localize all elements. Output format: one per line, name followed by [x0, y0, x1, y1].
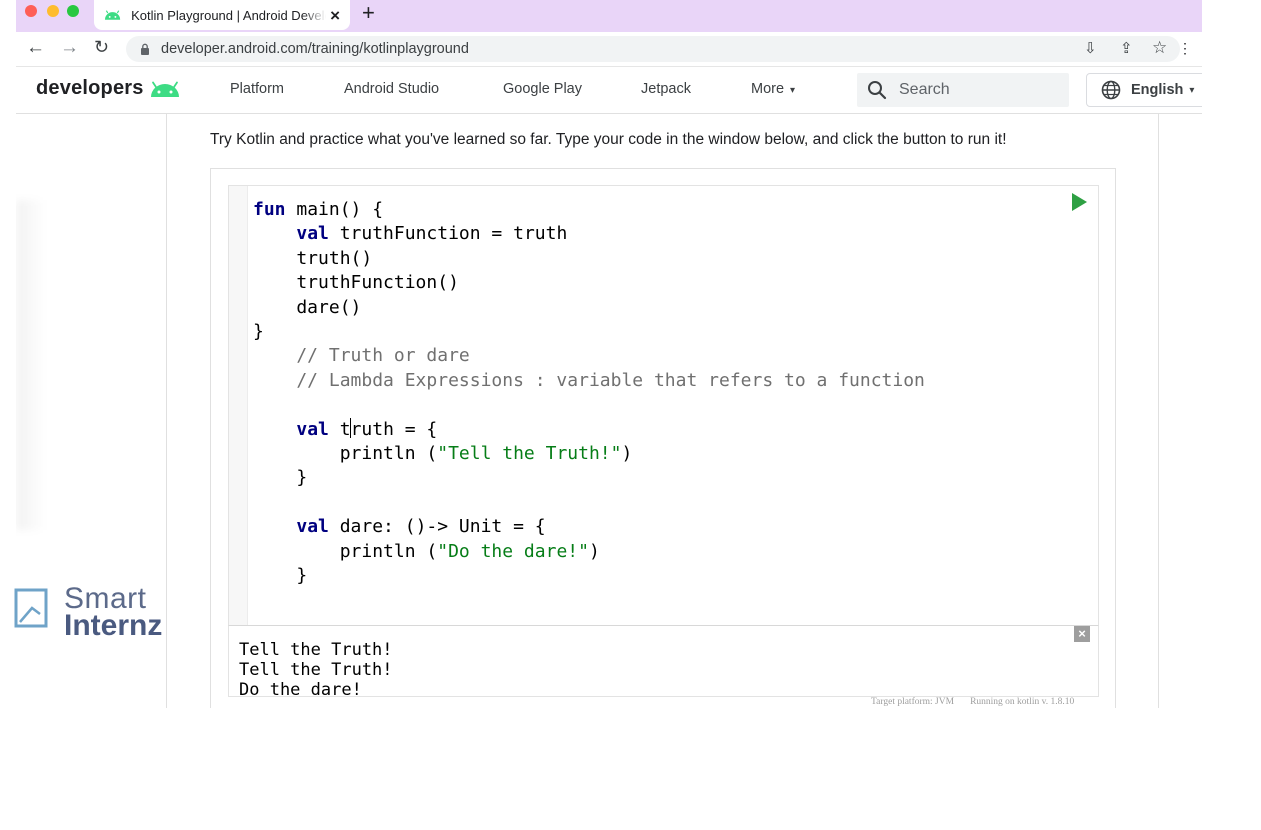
code-line: truthFunction() [253, 272, 459, 294]
kotlin-version-text: Running on kotlin v. 1.8.10 [970, 697, 1075, 707]
back-icon[interactable]: ← [26, 38, 45, 57]
code-keyword: fun [253, 199, 286, 220]
nav-jetpack[interactable]: Jetpack [641, 81, 691, 97]
forward-icon[interactable]: → [60, 38, 79, 57]
program-output: Tell the Truth! Tell the Truth! Do the d… [239, 640, 393, 700]
code-keyword: val [296, 223, 329, 245]
maximize-window-button[interactable] [67, 5, 79, 17]
code-line: main() { [285, 199, 384, 220]
code-keyword: val [296, 516, 329, 538]
code-editor[interactable]: fun main() { val truthFunction = truth t… [228, 185, 1099, 627]
language-select[interactable]: English ▾ [1086, 73, 1202, 107]
install-icon[interactable]: ⇩ [1084, 41, 1097, 56]
platform-info: Target platform: JVM Running on kotlin v.… [871, 697, 1074, 707]
code-comment: // Truth or dare [253, 345, 470, 367]
intro-text: Try Kotlin and practice what you've lear… [210, 131, 1007, 148]
language-label: English [1131, 82, 1184, 98]
site-logo[interactable]: developers [36, 77, 144, 100]
code-line: } [253, 565, 308, 587]
tab-kotlin-playground[interactable]: Kotlin Playground | Android Developers × [94, 0, 350, 30]
code-comment: // Lambda Expressions : variable that re… [253, 369, 925, 391]
run-button-play-icon[interactable] [1070, 192, 1088, 212]
tab-strip: Kotlin Playground | Android Developers ×… [16, 0, 1202, 32]
lock-icon [141, 43, 149, 55]
code-line: truth() [253, 247, 373, 269]
code-line: ) [621, 443, 633, 465]
site-header: developers Platform Android Studio Googl… [16, 67, 1202, 114]
nav-platform[interactable]: Platform [230, 81, 284, 97]
nav-more-label: More [751, 81, 785, 97]
code-line: t [328, 418, 351, 440]
code-line: truthFunction = truth [328, 223, 568, 245]
new-tab-button[interactable]: + [362, 2, 375, 24]
code-line: dare: ()-> Unit = { [328, 516, 546, 538]
code-line: ruth = { [350, 418, 438, 440]
search-input[interactable] [897, 80, 1061, 100]
nav-android-studio[interactable]: Android Studio [344, 81, 439, 97]
tab-close-icon[interactable]: × [330, 7, 340, 24]
code-string: "Do the dare!" [437, 540, 589, 562]
nav-google-play[interactable]: Google Play [503, 81, 582, 97]
code-line: ) [588, 540, 600, 562]
android-logo-icon [151, 81, 179, 97]
left-shadow [16, 200, 46, 530]
address-bar[interactable]: developer.android.com/training/kotlinpla… [126, 36, 1180, 62]
code-line: } [253, 321, 264, 343]
smartinternz-watermark: Smart Internz [14, 582, 204, 642]
code-line: println ( [253, 540, 438, 562]
content-border-right [1158, 114, 1159, 708]
code-keyword: val [296, 418, 329, 440]
share-icon[interactable]: ⇪ [1120, 41, 1133, 56]
android-favicon-icon [104, 10, 121, 20]
nav-more[interactable]: More ▾ [751, 81, 795, 97]
minimize-window-button[interactable] [47, 5, 59, 17]
target-platform-text: Target platform: JVM [871, 697, 955, 707]
browser-toolbar: ← → ↻ developer.android.com/training/kot… [16, 32, 1202, 67]
search-box[interactable] [857, 73, 1069, 107]
close-window-button[interactable] [25, 5, 37, 17]
watermark-line2: Internz [64, 609, 163, 642]
code-line: dare() [253, 296, 362, 318]
reload-icon[interactable]: ↻ [94, 38, 109, 56]
output-panel: Tell the Truth! Tell the Truth! Do the d… [228, 625, 1099, 700]
smartinternz-logo-icon [14, 588, 48, 628]
globe-icon [1101, 80, 1121, 100]
code-text[interactable]: fun main() { val truthFunction = truth t… [253, 198, 925, 589]
tab-title: Kotlin Playground | Android Developers [131, 7, 326, 23]
extensions-icon[interactable]: ⋮ [1178, 40, 1192, 57]
search-icon [868, 81, 887, 100]
kotlin-playground: fun main() { val truthFunction = truth t… [210, 168, 1116, 708]
code-line: } [253, 467, 308, 489]
code-string: "Tell the Truth!" [437, 443, 622, 465]
chevron-down-icon: ▾ [1189, 84, 1195, 96]
bookmark-star-icon[interactable]: ☆ [1152, 39, 1167, 56]
chevron-down-icon: ▾ [790, 85, 796, 96]
code-line: println ( [253, 443, 438, 465]
editor-gutter [229, 186, 248, 626]
url-text: developer.android.com/training/kotlinpla… [161, 41, 469, 57]
output-close-icon[interactable]: × [1074, 626, 1090, 642]
